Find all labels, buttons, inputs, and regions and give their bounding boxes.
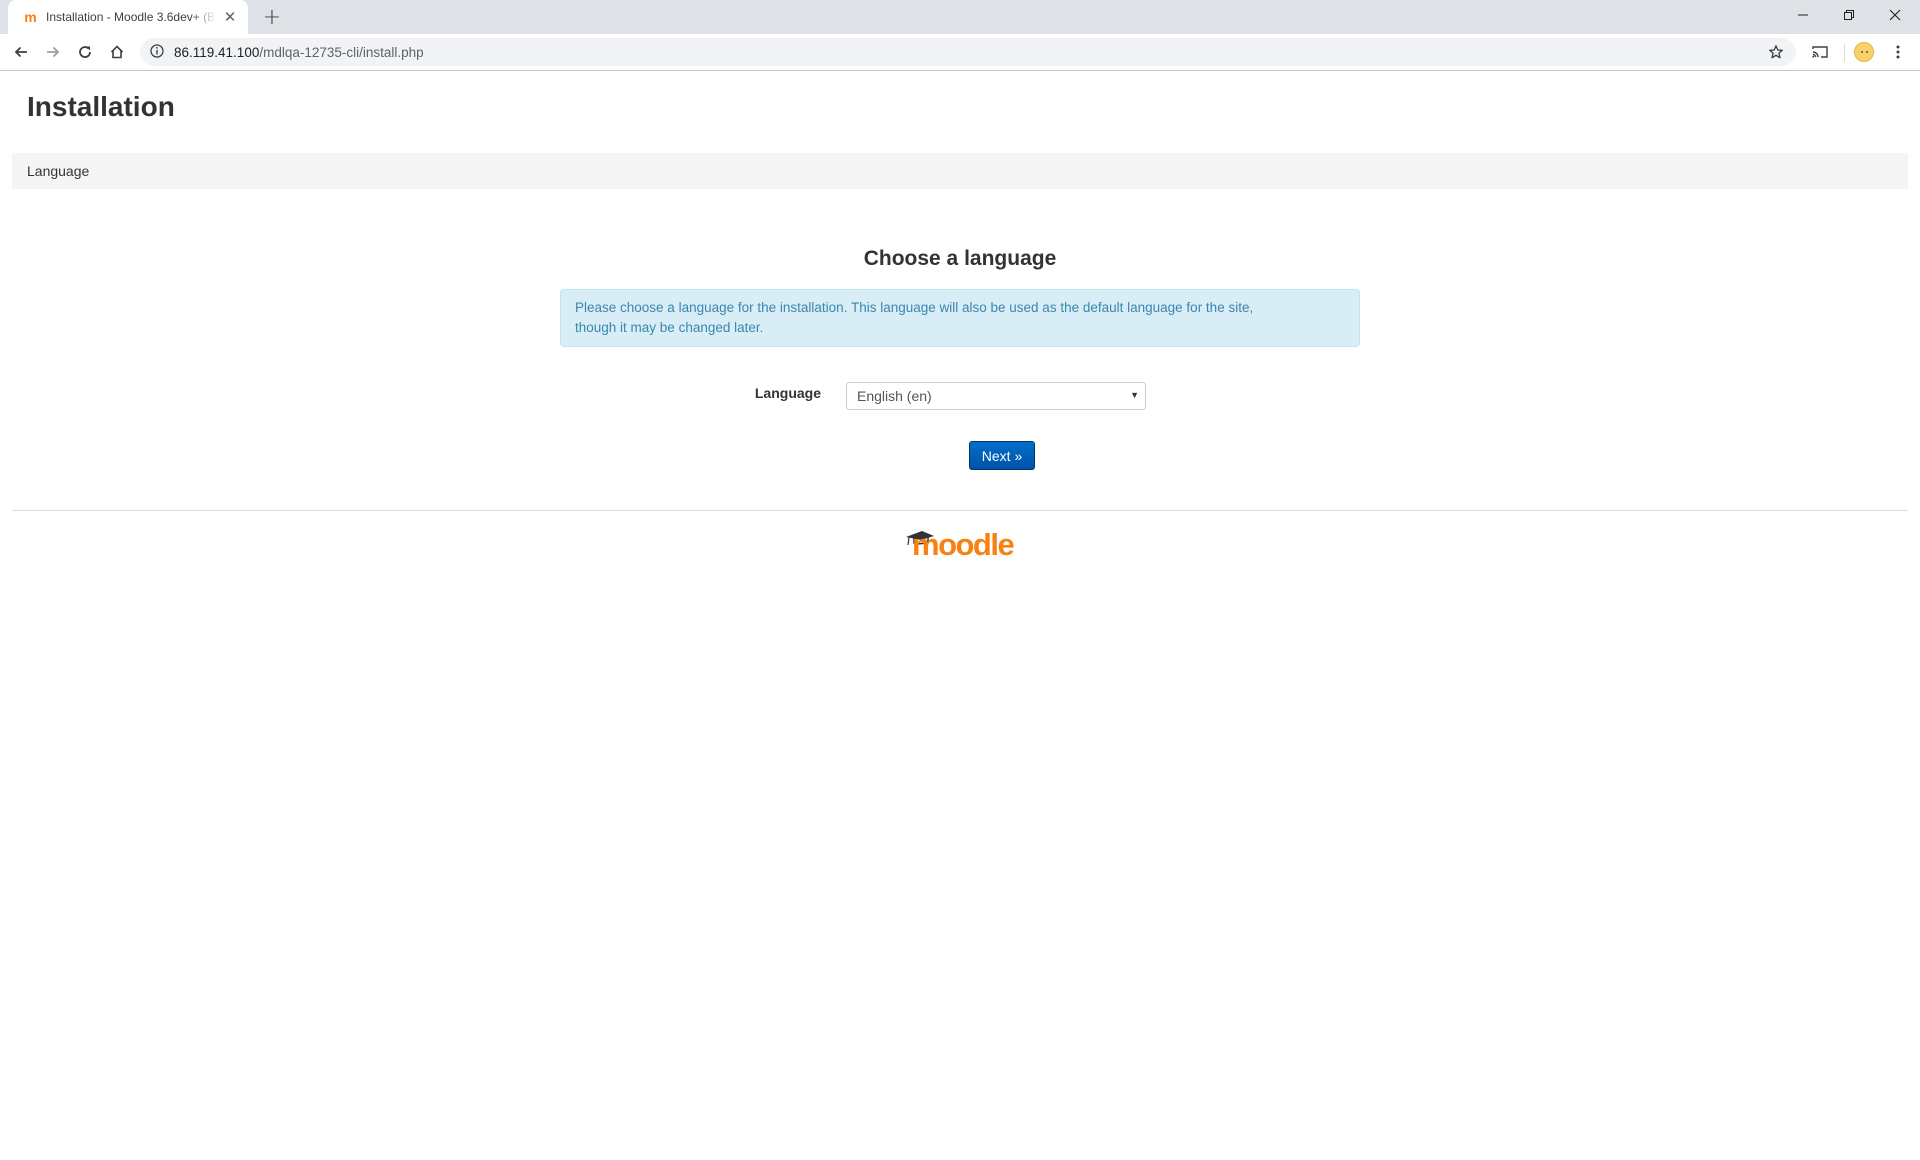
section-heading: Choose a language	[863, 247, 1057, 270]
profile-avatar[interactable]	[1852, 40, 1876, 64]
info-alert: Please choose a language for the install…	[560, 289, 1360, 347]
breadcrumb-bar: Language	[12, 153, 1908, 189]
tab-close-icon[interactable]: ✕	[222, 9, 238, 26]
close-icon[interactable]	[1872, 0, 1918, 30]
toolbar-divider	[1844, 44, 1845, 62]
svg-text:moodle: moodle	[912, 527, 1014, 561]
info-icon[interactable]	[150, 44, 166, 60]
language-select[interactable]: English (en) ▼	[846, 382, 1146, 410]
new-tab-button[interactable]: +	[260, 5, 284, 30]
url-host: 86.119.41.100	[174, 44, 260, 60]
page-content: Installation Language Choose a language …	[0, 71, 1920, 1160]
browser-tab-strip: m Installation - Moodle 3.6dev+ (Build: …	[0, 0, 1920, 34]
page-title: Installation	[27, 91, 175, 122]
address-bar[interactable]: 86.119.41.100/mdlqa-12735-cli/install.ph…	[140, 38, 1796, 66]
moodle-logo: moodle	[904, 525, 1018, 562]
menu-dots-icon[interactable]	[1886, 40, 1910, 64]
restore-icon[interactable]	[1826, 0, 1872, 30]
language-selected-value: English (en)	[857, 388, 932, 404]
next-button[interactable]: Next »	[969, 441, 1035, 470]
forward-icon[interactable]	[41, 40, 65, 64]
language-label: Language	[754, 385, 821, 401]
browser-tab[interactable]: m Installation - Moodle 3.6dev+ (Build: …	[8, 0, 248, 34]
avatar-icon	[1854, 42, 1874, 62]
star-icon[interactable]	[1766, 42, 1786, 62]
minimize-icon[interactable]	[1780, 0, 1826, 30]
home-icon[interactable]	[105, 40, 129, 64]
moodle-favicon-icon: m	[24, 9, 36, 25]
tab-title: Installation - Moodle 3.6dev+ (Build: 20…	[46, 10, 216, 24]
footer-divider	[12, 510, 1908, 511]
url-path: /mdlqa-12735-cli/install.php	[259, 44, 424, 60]
browser-toolbar: 86.119.41.100/mdlqa-12735-cli/install.ph…	[0, 34, 1920, 71]
reload-icon[interactable]	[73, 40, 97, 64]
chevron-down-icon: ▼	[1130, 390, 1139, 400]
info-text: Please choose a language for the install…	[575, 300, 1254, 335]
cast-icon[interactable]	[1808, 40, 1832, 64]
back-icon[interactable]	[9, 40, 33, 64]
breadcrumb-item-language: Language	[27, 163, 90, 179]
